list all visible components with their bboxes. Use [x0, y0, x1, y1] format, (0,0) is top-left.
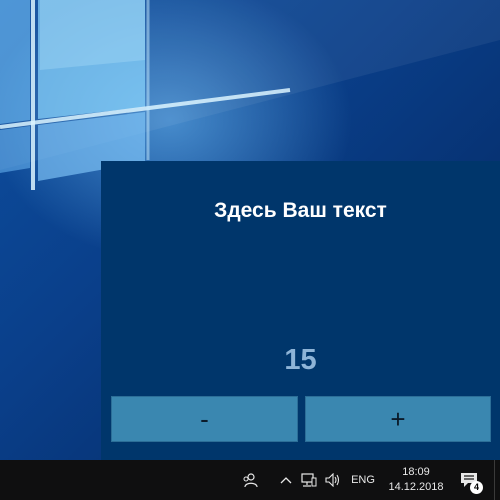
counter-widget: Здесь Ваш текст 15 - + [101, 161, 500, 460]
people-icon[interactable] [236, 460, 264, 500]
action-center-icon[interactable]: 4 [452, 460, 486, 500]
decrement-button[interactable]: - [111, 396, 298, 442]
clock-date: 14.12.2018 [388, 481, 444, 493]
increment-button[interactable]: + [305, 396, 491, 442]
network-icon[interactable] [298, 460, 320, 500]
show-desktop-button[interactable] [494, 460, 500, 500]
clock[interactable]: 18:09 14.12.2018 [382, 460, 450, 500]
chevron-up-icon[interactable] [277, 460, 295, 500]
volume-icon[interactable] [322, 460, 344, 500]
clock-time: 18:09 [402, 466, 430, 478]
notification-count-badge: 4 [470, 481, 483, 494]
widget-title: Здесь Ваш текст [214, 199, 387, 222]
counter-value: 15 [284, 344, 317, 376]
language-indicator[interactable]: ENG [348, 460, 378, 500]
taskbar: ENG 18:09 14.12.2018 4 [0, 460, 500, 500]
